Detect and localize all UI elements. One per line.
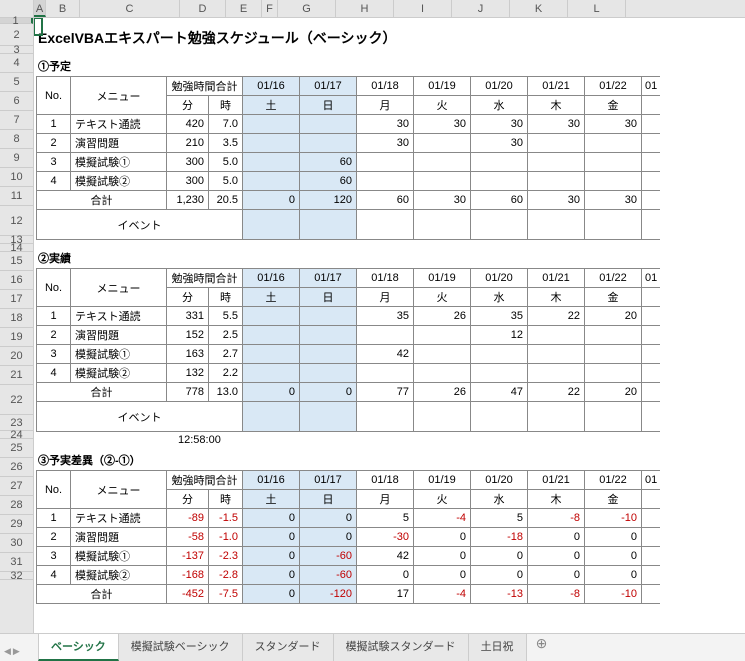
row-header-4[interactable]: 4 [0, 54, 33, 73]
section-label: ③予実差異（②-①） [34, 448, 745, 470]
col-header-C[interactable]: C [80, 0, 180, 17]
row-header-21[interactable]: 21 [0, 366, 33, 385]
section-label: ①予定 [34, 54, 745, 76]
row-header-19[interactable]: 19 [0, 328, 33, 347]
time-value: 12:58:00 [174, 432, 745, 448]
row-header-6[interactable]: 6 [0, 92, 33, 111]
col-header-A[interactable]: A [34, 0, 46, 17]
tab-next-icon[interactable]: ▶ [13, 646, 20, 657]
row-header-25[interactable]: 25 [0, 439, 33, 458]
sheet-tab[interactable]: 模擬試験ベーシック [118, 633, 243, 661]
col-header-H[interactable]: H [336, 0, 394, 17]
sheet-tab[interactable]: 土日祝 [468, 633, 527, 661]
row-header-2[interactable]: 2 [0, 24, 33, 46]
col-header-G[interactable]: G [278, 0, 336, 17]
row-header-11[interactable]: 11 [0, 187, 33, 206]
col-header-L[interactable]: L [568, 0, 626, 17]
row-header-30[interactable]: 30 [0, 534, 33, 553]
col-header-B[interactable]: B [46, 0, 80, 17]
row-header-9[interactable]: 9 [0, 149, 33, 168]
sheet-tab[interactable]: スタンダード [242, 633, 334, 661]
row-header-12[interactable]: 12 [0, 206, 33, 236]
col-header-D[interactable]: D [180, 0, 226, 17]
col-header-K[interactable]: K [510, 0, 568, 17]
row-header-16[interactable]: 16 [0, 271, 33, 290]
worksheet-grid[interactable]: ExcelVBAエキスパート勉強スケジュール（ベーシック）①予定No.メニュー勉… [34, 18, 745, 633]
row-header-7[interactable]: 7 [0, 111, 33, 130]
row-header-8[interactable]: 8 [0, 130, 33, 149]
row-header-29[interactable]: 29 [0, 515, 33, 534]
row-header-22[interactable]: 22 [0, 385, 33, 415]
row-header-17[interactable]: 17 [0, 290, 33, 309]
col-header-F[interactable]: F [262, 0, 278, 17]
row-header-18[interactable]: 18 [0, 309, 33, 328]
add-sheet-button[interactable]: ⊕ [526, 633, 558, 661]
col-header-J[interactable]: J [452, 0, 510, 17]
row-header-28[interactable]: 28 [0, 496, 33, 515]
row-header-26[interactable]: 26 [0, 458, 33, 477]
row-header-10[interactable]: 10 [0, 168, 33, 187]
row-header-3[interactable]: 3 [0, 46, 33, 54]
row-header-32[interactable]: 32 [0, 572, 33, 580]
row-header-15[interactable]: 15 [0, 252, 33, 271]
sheet-tab[interactable]: 模擬試験スタンダード [333, 633, 469, 661]
sheet-tab-bar: ◀ ▶ ベーシック模擬試験ベーシックスタンダード模擬試験スタンダード土日祝⊕ [0, 633, 745, 661]
col-header-I[interactable]: I [394, 0, 452, 17]
sheet-tab[interactable]: ベーシック [38, 633, 119, 661]
tab-nav[interactable]: ◀ ▶ [4, 646, 20, 657]
col-header-E[interactable]: E [226, 0, 262, 17]
row-header-20[interactable]: 20 [0, 347, 33, 366]
section-label: ②実績 [34, 246, 745, 268]
row-header-5[interactable]: 5 [0, 73, 33, 92]
row-header-27[interactable]: 27 [0, 477, 33, 496]
row-header-24[interactable]: 24 [0, 431, 33, 439]
tab-prev-icon[interactable]: ◀ [4, 646, 11, 657]
row-header-14[interactable]: 14 [0, 244, 33, 252]
page-title: ExcelVBAエキスパート勉強スケジュール（ベーシック） [34, 24, 745, 54]
